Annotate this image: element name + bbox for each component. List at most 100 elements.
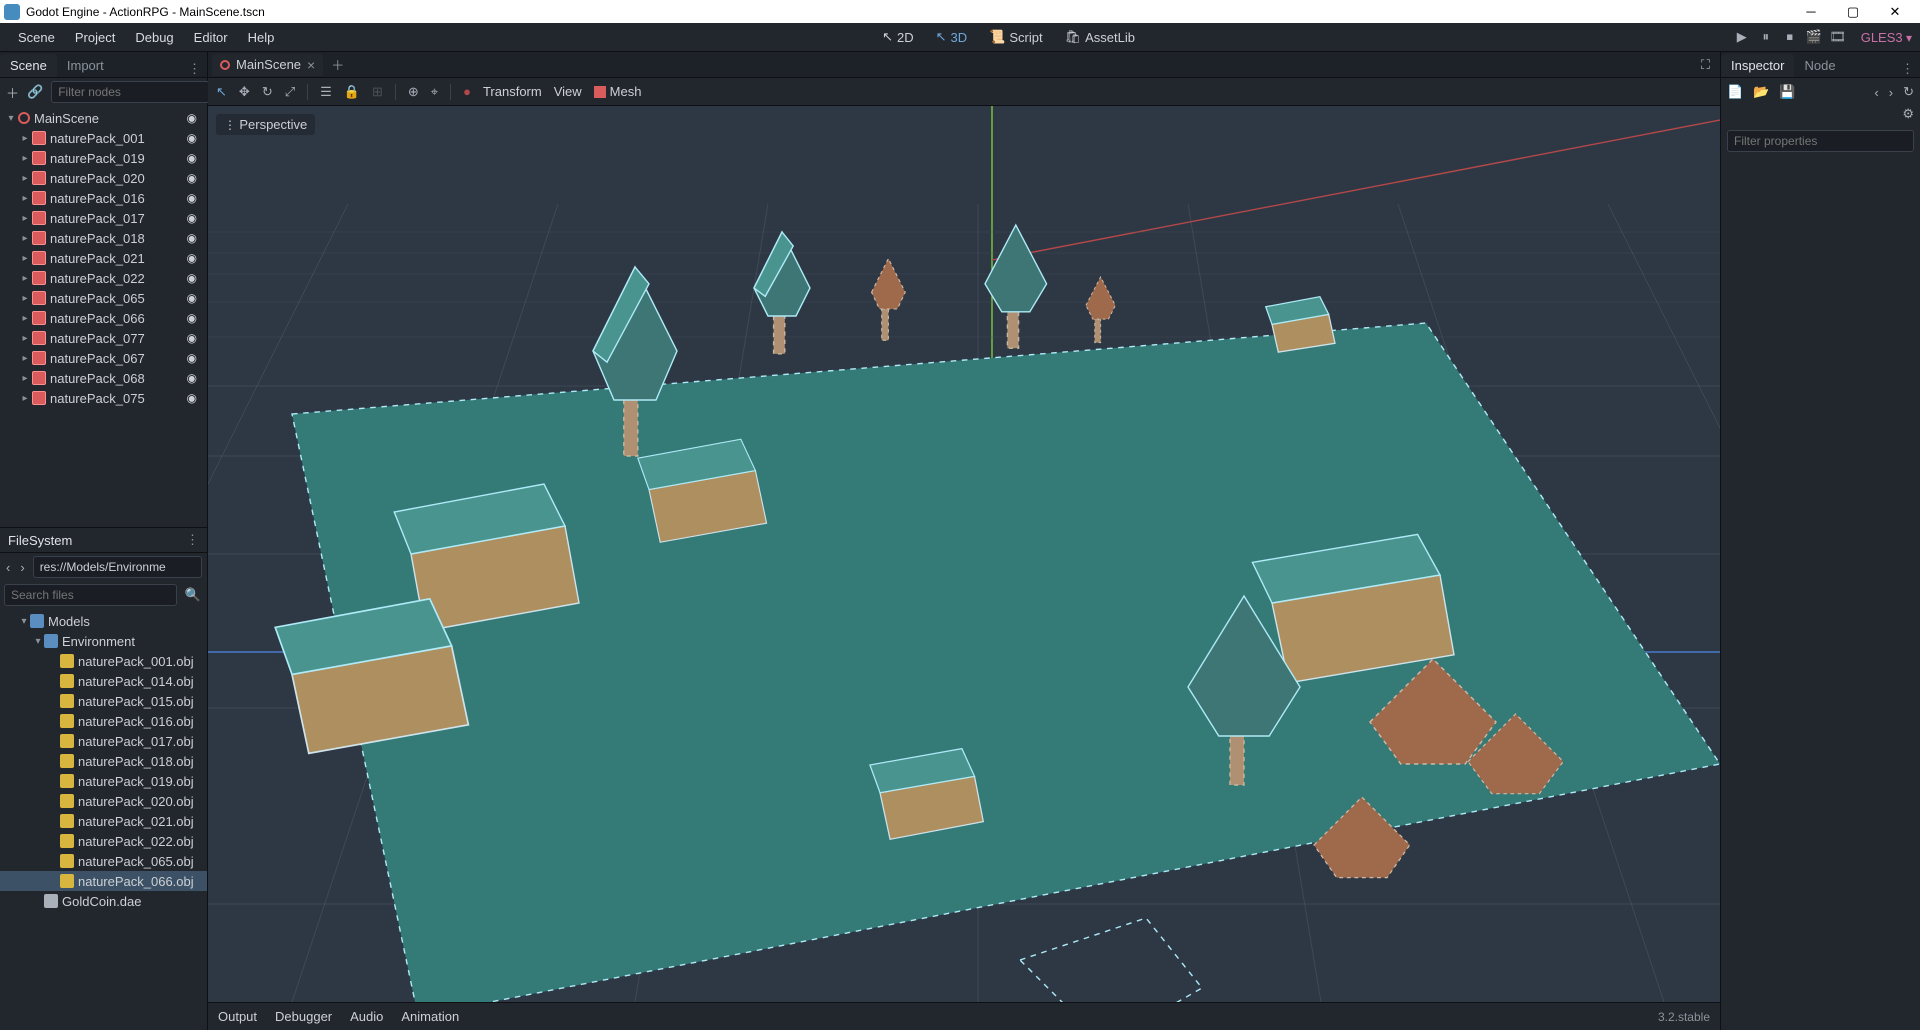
fs-file-row[interactable]: naturePack_014.obj [0,671,207,691]
bottom-tab-audio[interactable]: Audio [350,1009,383,1024]
move-tool-icon[interactable]: ✥ [239,84,250,100]
workspace-2d-button[interactable]: ↖2D [872,29,924,45]
visibility-icon[interactable]: ◉ [181,171,203,185]
visibility-icon[interactable]: ◉ [181,151,203,165]
scene-tab-mainscene[interactable]: MainScene × [212,54,323,76]
load-resource-icon[interactable]: 📂 [1753,84,1769,100]
bottom-tab-output[interactable]: Output [218,1009,257,1024]
tab-scene[interactable]: Scene [0,54,57,77]
search-icon[interactable]: 🔍 [183,587,203,603]
scene-node-row[interactable]: ▸naturePack_065◉ [0,288,207,308]
close-tab-icon[interactable]: × [307,57,315,73]
chevron-right-icon[interactable]: ▸ [18,353,32,364]
filesystem-panel-menu-icon[interactable]: ⋮ [186,532,199,548]
3d-viewport[interactable]: ⋮ Perspective [208,106,1720,1002]
stop-button[interactable]: ⏹ [1781,28,1799,46]
chevron-right-icon[interactable]: ▸ [18,333,32,344]
visibility-icon[interactable]: ◉ [181,371,203,385]
scene-node-row[interactable]: ▸naturePack_075◉ [0,388,207,408]
fs-file-row[interactable]: naturePack_019.obj [0,771,207,791]
scene-node-row[interactable]: ▸naturePack_077◉ [0,328,207,348]
scene-node-row[interactable]: ▸naturePack_017◉ [0,208,207,228]
visibility-icon[interactable]: ◉ [181,391,203,405]
visibility-icon[interactable]: ◉ [181,251,203,265]
visibility-icon[interactable]: ◉ [181,191,203,205]
scene-tree[interactable]: ▾ MainScene ◉ ▸naturePack_001◉ ▸naturePac… [0,106,207,527]
tab-import[interactable]: Import [57,54,114,77]
chevron-right-icon[interactable]: ▸ [18,373,32,384]
scene-node-row[interactable]: ▸naturePack_020◉ [0,168,207,188]
chevron-right-icon[interactable]: ▸ [18,193,32,204]
chevron-right-icon[interactable]: ▸ [18,173,32,184]
fs-file-row[interactable]: naturePack_001.obj [0,651,207,671]
workspace-script-button[interactable]: 📜Script [979,29,1052,45]
scene-node-row[interactable]: ▸naturePack_068◉ [0,368,207,388]
list-select-icon[interactable]: ☰ [320,84,332,100]
fs-file-row[interactable]: naturePack_066.obj [0,871,207,891]
close-button[interactable]: ✕ [1874,0,1916,23]
group-icon[interactable]: ⊞ [372,84,383,100]
scale-tool-icon[interactable]: ⤢ [285,84,295,100]
new-resource-icon[interactable]: 📄 [1727,84,1743,100]
chevron-right-icon[interactable]: ▸ [18,253,32,264]
pause-button[interactable]: ⏸ [1757,28,1775,46]
chevron-down-icon[interactable]: ▾ [18,616,30,627]
visibility-icon[interactable]: ◉ [181,271,203,285]
visibility-icon[interactable]: ◉ [181,111,203,125]
visibility-icon[interactable]: ◉ [181,291,203,305]
fs-folder-models[interactable]: ▾ Models [0,611,207,631]
chevron-down-icon[interactable]: ▾ [32,636,44,647]
play-custom-scene-button[interactable]: 🎞 [1829,28,1847,46]
fs-file-row[interactable]: naturePack_022.obj [0,831,207,851]
fs-file-row[interactable]: naturePack_021.obj [0,811,207,831]
filter-properties-input[interactable] [1727,130,1914,152]
nav-back-icon[interactable]: ‹ [4,560,12,575]
scene-node-row[interactable]: ▸naturePack_066◉ [0,308,207,328]
rotate-tool-icon[interactable]: ↻ [262,84,273,100]
chevron-right-icon[interactable]: ▸ [18,313,32,324]
scene-node-row[interactable]: ▸naturePack_016◉ [0,188,207,208]
add-scene-tab-icon[interactable]: ＋ [331,55,344,74]
menu-scene[interactable]: Scene [8,30,65,45]
tab-inspector[interactable]: Inspector [1721,54,1794,77]
fs-file-row[interactable]: naturePack_020.obj [0,791,207,811]
history-icon[interactable]: ↻ [1903,84,1914,100]
select-tool-icon[interactable]: ↖ [216,84,227,100]
fs-folder-environment[interactable]: ▾ Environment [0,631,207,651]
workspace-3d-button[interactable]: ↖3D [926,29,978,45]
inspector-panel-menu-icon[interactable]: ⋮ [1895,61,1920,77]
view-menu[interactable]: View [554,84,582,99]
scene-node-row[interactable]: ▸naturePack_001◉ [0,128,207,148]
visibility-icon[interactable]: ◉ [181,331,203,345]
minimize-button[interactable]: ─ [1790,0,1832,23]
chevron-right-icon[interactable]: ▸ [18,393,32,404]
nav-forward-icon[interactable]: › [18,560,26,575]
bottom-tab-animation[interactable]: Animation [401,1009,459,1024]
history-back-icon[interactable]: ‹ [1874,85,1878,100]
history-fwd-icon[interactable]: › [1889,85,1893,100]
visibility-icon[interactable]: ◉ [181,211,203,225]
scene-panel-menu-icon[interactable]: ⋮ [182,61,207,77]
play-button[interactable]: ▶ [1733,28,1751,46]
scene-root-row[interactable]: ▾ MainScene ◉ [0,108,207,128]
chevron-right-icon[interactable]: ▸ [18,153,32,164]
play-scene-button[interactable]: 🎬 [1805,28,1823,46]
maximize-button[interactable]: ▢ [1832,0,1874,23]
fs-file-row[interactable]: naturePack_018.obj [0,751,207,771]
chevron-right-icon[interactable]: ▸ [18,293,32,304]
snap-icon[interactable]: ⌖ [431,84,438,100]
camera-override-icon[interactable]: ● [463,84,471,99]
tab-node[interactable]: Node [1794,54,1845,77]
fs-file-row[interactable]: naturePack_065.obj [0,851,207,871]
scene-node-row[interactable]: ▸naturePack_022◉ [0,268,207,288]
add-node-icon[interactable]: ＋ [6,83,19,102]
instance-scene-icon[interactable]: 🔗 [27,84,43,100]
chevron-right-icon[interactable]: ▸ [18,133,32,144]
visibility-icon[interactable]: ◉ [181,351,203,365]
fs-file-row[interactable]: naturePack_017.obj [0,731,207,751]
lock-icon[interactable]: 🔒 [344,84,360,100]
scene-node-row[interactable]: ▸naturePack_018◉ [0,228,207,248]
perspective-toggle[interactable]: ⋮ Perspective [216,114,315,135]
chevron-right-icon[interactable]: ▸ [18,213,32,224]
fs-file-goldcoin[interactable]: GoldCoin.dae [0,891,207,911]
